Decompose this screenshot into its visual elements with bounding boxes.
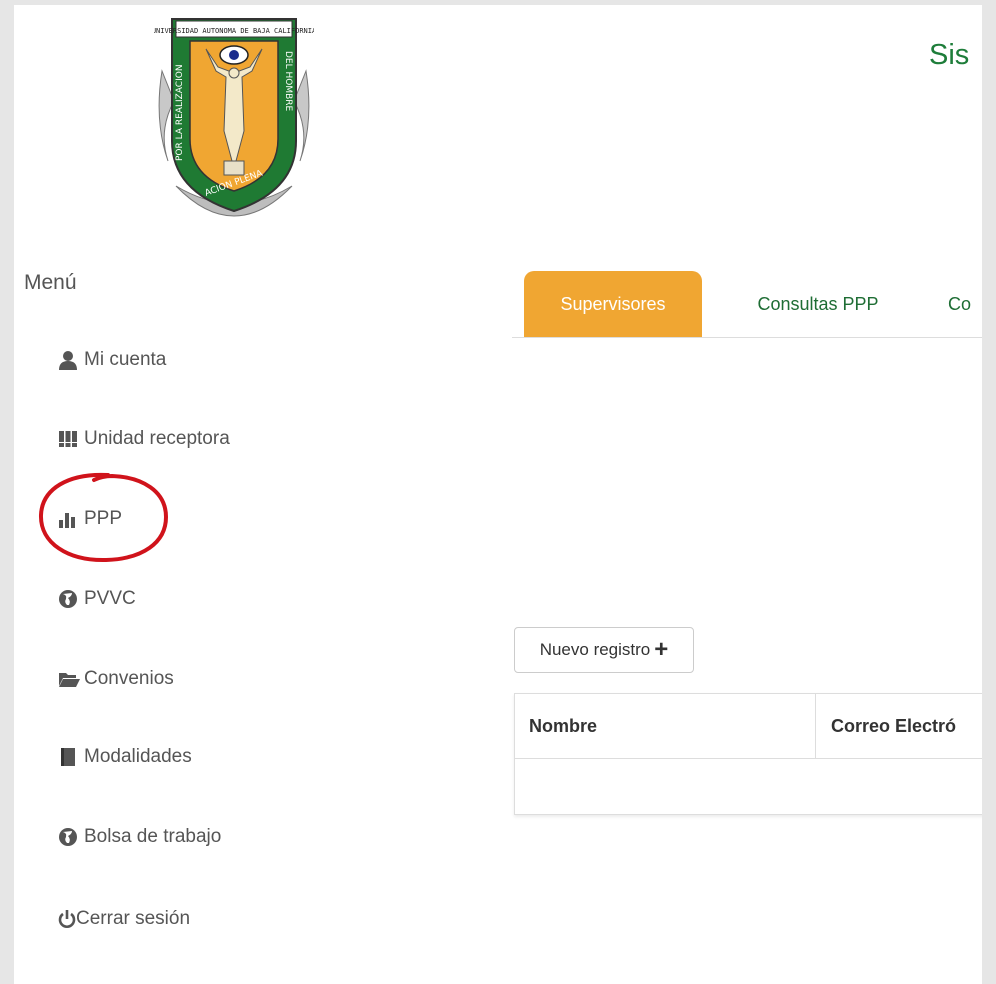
app-window: UNIVERSIDAD AUTONOMA DE BAJA CALIFORNIA …	[14, 5, 982, 984]
tab-bar: Supervisores Consultas PPP Co	[512, 271, 982, 338]
sidebar-item-mi-cuenta[interactable]: Mi cuenta	[58, 346, 166, 374]
sidebar-item-label: PVVC	[84, 588, 136, 609]
globe-icon	[58, 827, 80, 847]
th-icon	[58, 429, 80, 449]
tab-supervisores[interactable]: Supervisores	[524, 271, 702, 337]
new-record-label: Nuevo registro	[539, 640, 651, 659]
user-icon	[58, 350, 80, 370]
svg-text:DEL HOMBRE: DEL HOMBRE	[283, 51, 293, 112]
bar-chart-icon	[58, 509, 80, 529]
sidebar-item-bolsa-de-trabajo[interactable]: Bolsa de trabajo	[58, 823, 221, 851]
sidebar-item-label: Bolsa de trabajo	[84, 826, 222, 847]
tab-consultas-ppp[interactable]: Consultas PPP	[732, 271, 904, 337]
sidebar-item-label: Unidad receptora	[84, 428, 230, 449]
sidebar-item-ppp[interactable]: PPP	[58, 505, 122, 533]
sidebar-item-label: PPP	[84, 508, 123, 529]
new-record-button[interactable]: Nuevo registro +	[514, 627, 694, 673]
sidebar-item-label: Convenios	[84, 668, 174, 689]
supervisors-table: Nombre Correo Electró	[514, 693, 982, 815]
sidebar-item-label: Mi cuenta	[84, 349, 167, 370]
app-title: Sis	[929, 39, 970, 71]
globe-icon	[58, 589, 80, 609]
sidebar-item-label: Cerrar sesión	[76, 908, 191, 929]
column-divider	[815, 694, 816, 758]
plus-icon: +	[654, 636, 669, 663]
sidebar-item-cerrar-sesion[interactable]: Cerrar sesión	[58, 905, 190, 933]
sidebar-item-convenios[interactable]: Convenios	[58, 665, 174, 693]
sidebar-item-label: Modalidades	[84, 746, 192, 767]
power-icon	[58, 909, 76, 929]
menu-heading: Menú	[24, 271, 77, 294]
sidebar-item-modalidades[interactable]: Modalidades	[58, 743, 192, 771]
book-icon	[58, 747, 80, 767]
sidebar-item-unidad-receptora[interactable]: Unidad receptora	[58, 425, 230, 453]
svg-text:POR LA REALIZACION: POR LA REALIZACION	[175, 64, 185, 161]
table-header: Nombre Correo Electró	[515, 694, 982, 759]
tab-partial[interactable]: Co	[948, 271, 982, 337]
folder-open-icon	[58, 669, 80, 689]
column-header-nombre[interactable]: Nombre	[529, 694, 809, 758]
column-header-correo[interactable]: Correo Electró	[831, 694, 982, 758]
svg-text:UNIVERSIDAD AUTONOMA DE BAJA C: UNIVERSIDAD AUTONOMA DE BAJA CALIFORNIA	[154, 27, 314, 35]
university-logo: UNIVERSIDAD AUTONOMA DE BAJA CALIFORNIA …	[152, 11, 317, 231]
sidebar-item-pvvc[interactable]: PVVC	[58, 585, 136, 613]
